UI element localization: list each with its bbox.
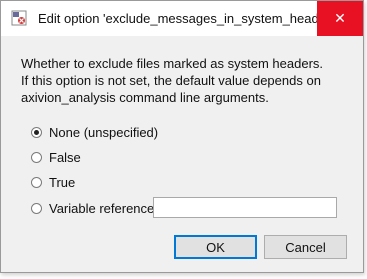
radio-label: False [49,150,81,165]
radio-false[interactable]: False [31,150,81,165]
close-button[interactable]: ✕ [317,1,363,36]
dialog-content: Whether to exclude files marked as syste… [1,36,363,272]
edit-option-dialog: Edit option 'exclude_messages_in_system_… [0,0,364,273]
radio-icon[interactable] [31,177,42,188]
radio-icon[interactable] [31,152,42,163]
app-icon [11,10,27,26]
radio-none[interactable]: None (unspecified) [31,125,158,140]
close-icon: ✕ [334,10,346,26]
radio-true[interactable]: True [31,175,75,190]
description-line: If this option is not set, the default v… [21,73,321,88]
title-bar[interactable]: Edit option 'exclude_messages_in_system_… [1,1,363,36]
ok-button[interactable]: OK [174,235,257,259]
variable-reference-input[interactable] [153,197,337,218]
option-description: Whether to exclude files marked as syste… [21,55,351,106]
description-line: Whether to exclude files marked as syste… [21,56,324,71]
window-title: Edit option 'exclude_messages_in_system_… [38,11,340,26]
radio-icon[interactable] [31,127,42,138]
radio-icon[interactable] [31,203,42,214]
description-line: axivion_analysis command line arguments. [21,90,269,105]
radio-variable-reference[interactable]: Variable reference [31,201,154,216]
cancel-button[interactable]: Cancel [264,235,347,259]
radio-label: None (unspecified) [49,125,159,140]
radio-label: Variable reference [49,201,155,216]
radio-label: True [49,175,76,190]
